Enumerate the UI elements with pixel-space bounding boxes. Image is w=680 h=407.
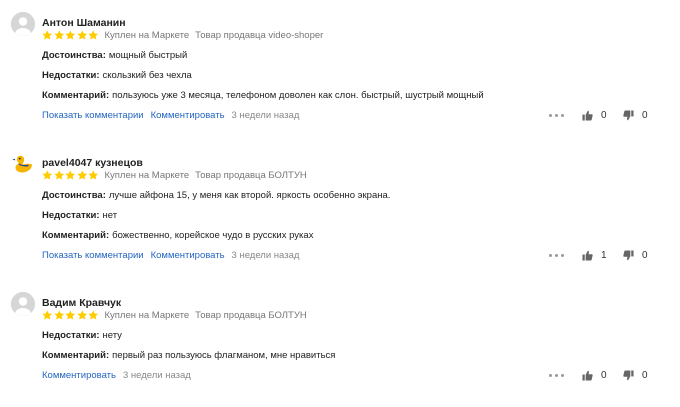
star-icon (53, 170, 64, 180)
seller-label: Товар продавца БОЛТУН (195, 169, 307, 181)
rating-stars (42, 310, 99, 321)
review-comment: Комментарий: божественно, корейское чудо … (42, 230, 313, 241)
verified-purchase-label: Куплен на Маркете (104, 169, 190, 181)
star-icon (42, 30, 53, 40)
seller-label: Товар продавца БОЛТУН (195, 309, 307, 321)
review-actions: Комментировать 3 недели назад (42, 370, 191, 381)
review-actions: Показать комментарии Комментировать 3 не… (42, 110, 299, 121)
thumb-up-icon (582, 250, 593, 261)
review-comment: Комментарий: первый раз пользуюсь флагман… (42, 350, 335, 361)
field-label: Достоинства: (42, 190, 106, 201)
review-meta: Куплен на Маркете Товар продавца БОЛТУН (42, 168, 307, 182)
show-comments-link[interactable]: Показать комментарии (42, 250, 144, 261)
field-text: мощный быстрый (108, 50, 188, 61)
like-count: 1 (601, 250, 607, 261)
review-cons: Недостатки: нету (42, 330, 122, 341)
review-votes: 0 0 (549, 370, 650, 381)
review-comment: Комментарий: пользуюсь уже 3 месяца, теле… (42, 90, 484, 101)
star-icon (76, 310, 87, 320)
field-text: лучше айфона 15, у меня как второй. ярко… (108, 190, 391, 201)
star-icon (65, 30, 76, 40)
review-actions: Показать комментарии Комментировать 3 не… (42, 250, 299, 261)
dislike-button[interactable]: 0 (623, 370, 650, 381)
like-button[interactable]: 0 (582, 370, 609, 381)
field-text: нет (102, 210, 118, 221)
review-pros: Достоинства: мощный быстрый (42, 50, 187, 61)
field-label: Недостатки: (42, 330, 100, 341)
thumb-up-icon (582, 110, 593, 121)
review-date: 3 недели назад (231, 250, 300, 261)
like-count: 0 (601, 370, 607, 381)
default-avatar-icon[interactable] (11, 292, 35, 316)
star-icon (53, 30, 64, 40)
review-date: 3 недели назад (122, 370, 191, 381)
star-icon (42, 170, 53, 180)
review-cons: Недостатки: скользкий без чехла (42, 70, 192, 81)
star-icon (65, 170, 76, 180)
like-count: 0 (601, 110, 607, 121)
dislike-count: 0 (642, 370, 648, 381)
star-icon (42, 310, 53, 320)
review-date: 3 недели назад (231, 110, 300, 121)
field-text: божественно, корейское чудо в русских ру… (112, 230, 314, 241)
review-votes: 0 0 (549, 110, 650, 121)
field-label: Недостатки: (42, 210, 100, 221)
field-label: Комментарий: (42, 90, 110, 101)
star-icon (76, 30, 87, 40)
comment-link[interactable]: Комментировать (151, 250, 225, 261)
star-icon (88, 30, 99, 40)
verified-purchase-label: Куплен на Маркете (104, 29, 190, 41)
field-label: Достоинства: (42, 50, 106, 61)
more-options-icon[interactable] (549, 254, 564, 257)
thumb-down-icon (623, 250, 634, 261)
rating-stars (42, 30, 99, 41)
thumb-up-icon (582, 370, 593, 381)
thumb-down-icon (623, 370, 634, 381)
show-comments-link[interactable]: Показать комментарии (42, 110, 144, 121)
verified-purchase-label: Куплен на Маркете (104, 309, 190, 321)
star-icon (88, 310, 99, 320)
more-options-icon[interactable] (549, 114, 564, 117)
duck-avatar-icon[interactable] (11, 152, 35, 176)
default-avatar-icon[interactable] (11, 12, 35, 36)
review-votes: 1 0 (549, 250, 650, 261)
comment-link[interactable]: Комментировать (42, 370, 116, 381)
review-meta: Куплен на Маркете Товар продавца БОЛТУН (42, 308, 307, 322)
star-icon (88, 170, 99, 180)
more-options-icon[interactable] (549, 374, 564, 377)
review-pros: Достоинства: лучше айфона 15, у меня как … (42, 190, 390, 201)
review-cons: Недостатки: нет (42, 210, 117, 221)
comment-link[interactable]: Комментировать (151, 110, 225, 121)
like-button[interactable]: 0 (582, 110, 609, 121)
star-icon (65, 310, 76, 320)
star-icon (53, 310, 64, 320)
field-label: Недостатки: (42, 70, 100, 81)
rating-stars (42, 170, 99, 181)
field-text: нету (102, 330, 122, 341)
field-text: первый раз пользуюсь флагманом, мне нрав… (112, 350, 336, 361)
field-text: скользкий без чехла (102, 70, 192, 81)
field-text: пользуюсь уже 3 месяца, телефоном доволе… (112, 90, 484, 101)
dislike-button[interactable]: 0 (623, 250, 650, 261)
field-label: Комментарий: (42, 230, 110, 241)
review-meta: Куплен на Маркете Товар продавца video-s… (42, 28, 323, 42)
star-icon (76, 170, 87, 180)
dislike-count: 0 (642, 110, 648, 121)
dislike-button[interactable]: 0 (623, 110, 650, 121)
thumb-down-icon (623, 110, 634, 121)
seller-label: Товар продавца video-shoper (195, 29, 324, 41)
dislike-count: 0 (642, 250, 648, 261)
like-button[interactable]: 1 (582, 250, 609, 261)
field-label: Комментарий: (42, 350, 110, 361)
